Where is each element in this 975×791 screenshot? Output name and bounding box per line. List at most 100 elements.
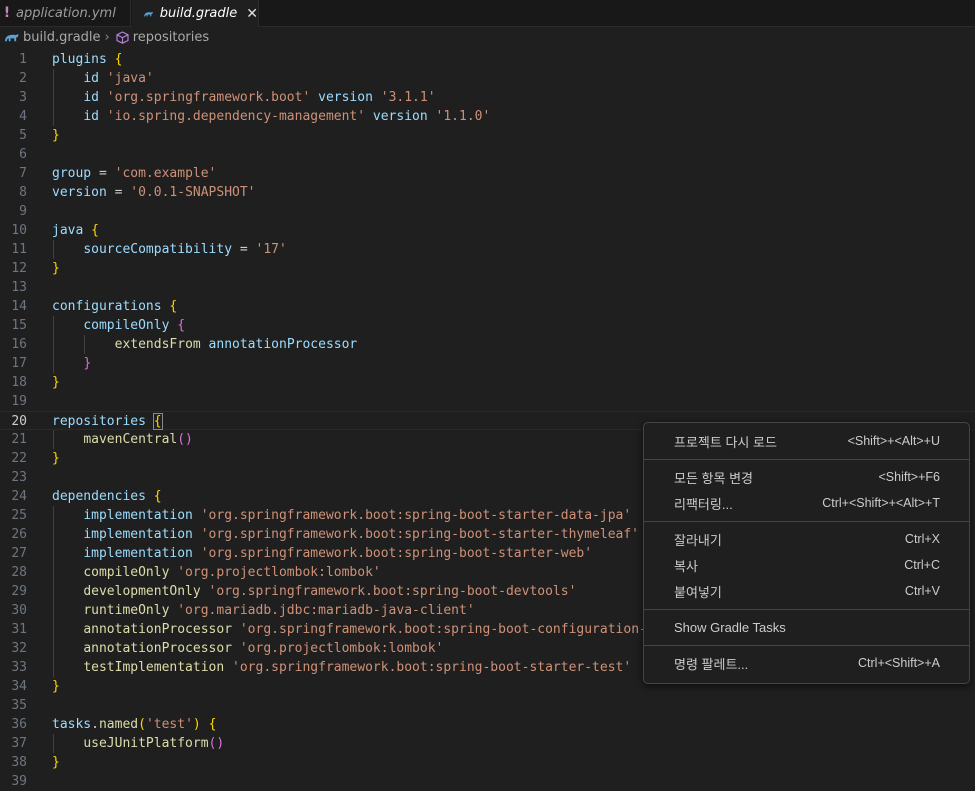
line-number: 36 — [11, 717, 27, 732]
code-line[interactable]: 14 configurations { — [0, 297, 975, 316]
code-line[interactable]: 8 version = '0.0.1-SNAPSHOT' — [0, 183, 975, 202]
code-line[interactable]: 15 compileOnly { — [0, 316, 975, 335]
code-line[interactable]: 10 java { — [0, 221, 975, 240]
code-token: java — [52, 223, 84, 238]
code-token: } — [52, 451, 60, 466]
code-token: compileOnly — [83, 318, 170, 333]
code-line[interactable]: 39 — [0, 772, 975, 791]
code-token: } — [83, 356, 92, 371]
code-line[interactable]: 37 useJUnitPlatform() — [0, 734, 975, 753]
breadcrumb-file[interactable]: build.gradle — [23, 30, 101, 45]
line-number: 20 — [11, 414, 27, 429]
code-text: } — [52, 259, 60, 278]
indent-guide — [53, 734, 54, 753]
line-number: 4 — [19, 109, 27, 124]
chevron-right-icon: › — [104, 29, 110, 45]
code-line[interactable]: 3 id 'org.springframework.boot' version … — [0, 88, 975, 107]
code-line[interactable]: 5} — [0, 126, 975, 145]
menu-item[interactable]: 프로젝트 다시 로드 <Shift>+<Alt>+U — [648, 429, 965, 453]
code-token: version — [52, 185, 107, 200]
indent-guide — [84, 335, 85, 354]
menu-item[interactable]: 붙여넣기 Ctrl+V — [648, 579, 965, 603]
close-icon[interactable]: ✕ — [246, 6, 258, 22]
menu-item-shortcut: <Shift>+F6 — [878, 470, 941, 484]
line-number: 11 — [11, 242, 27, 257]
code-text: id 'org.springframework.boot' version '3… — [52, 88, 436, 107]
code-text: } — [52, 354, 91, 373]
code-line[interactable]: 11 sourceCompatibility = '17' — [0, 240, 975, 259]
code-line[interactable]: 18} — [0, 373, 975, 392]
code-token: named — [98, 717, 139, 732]
breadcrumb-symbol[interactable]: repositories — [133, 30, 209, 45]
code-text: } — [52, 753, 60, 772]
line-number: 23 — [11, 470, 27, 485]
code-line[interactable]: 7 group = 'com.example' — [0, 164, 975, 183]
code-token: { — [91, 223, 99, 238]
menu-item[interactable]: 복사 Ctrl+C — [648, 553, 965, 577]
code-line[interactable]: 36 tasks.named('test') { — [0, 715, 975, 734]
line-number: 34 — [11, 679, 27, 694]
line-number: 5 — [19, 128, 27, 143]
line-number: 1 — [19, 52, 27, 67]
code-token: '0.0.1-SNAPSHOT' — [130, 185, 256, 200]
code-token: tasks — [52, 717, 92, 732]
code-token: plugins — [52, 52, 107, 67]
code-text: implementation 'org.springframework.boot… — [52, 544, 592, 563]
code-token: repositories — [52, 414, 146, 429]
code-line[interactable]: 38} — [0, 753, 975, 772]
code-token: runtimeOnly — [83, 603, 170, 618]
menu-item[interactable]: 잘라내기 Ctrl+X — [648, 527, 965, 551]
menu-item-label: 복사 — [674, 558, 698, 574]
line-number: 14 — [11, 299, 27, 314]
menu-item-label: 잘라내기 — [674, 532, 722, 548]
code-token: = — [91, 166, 115, 181]
code-line[interactable]: 6 — [0, 145, 975, 164]
line-number: 2 — [19, 71, 27, 86]
code-token: implementation — [83, 527, 193, 542]
code-token: 'org.projectlombok:lombok' — [177, 565, 381, 580]
code-token: } — [52, 755, 60, 770]
tab-bar: ! application.yml build.gradle ✕ — [0, 0, 975, 27]
code-line[interactable]: 19 — [0, 392, 975, 411]
menu-separator — [644, 521, 969, 522]
line-number: 8 — [19, 185, 27, 200]
indent-guide — [53, 69, 54, 126]
tab-application-yml[interactable]: ! application.yml — [0, 0, 131, 26]
code-line[interactable]: 16 extendsFrom annotationProcessor — [0, 335, 975, 354]
indent-guide — [53, 506, 54, 677]
menu-item[interactable]: Show Gradle Tasks — [648, 615, 965, 639]
code-line[interactable]: 4 id 'io.spring.dependency-management' v… — [0, 107, 975, 126]
line-number: 35 — [11, 698, 27, 713]
line-number: 6 — [19, 147, 27, 162]
code-token: id — [83, 109, 99, 124]
menu-item[interactable]: 리팩터링... Ctrl+<Shift>+<Alt>+T — [648, 491, 965, 515]
code-token: configurations — [52, 299, 162, 314]
indent-guide — [53, 316, 54, 373]
menu-separator — [644, 645, 969, 646]
menu-item[interactable]: 명령 팔레트... Ctrl+<Shift>+A — [648, 651, 965, 675]
menu-item[interactable]: 모든 항목 변경 <Shift>+F6 — [648, 465, 965, 489]
code-token: { — [177, 318, 186, 333]
tab-build-gradle[interactable]: build.gradle ✕ — [132, 0, 259, 27]
code-line[interactable]: 1 plugins { — [0, 50, 975, 69]
code-token: '3.1.1' — [380, 90, 436, 105]
line-number: 13 — [11, 280, 27, 295]
menu-item-shortcut: Ctrl+C — [904, 558, 940, 572]
line-number: 3 — [19, 90, 27, 105]
code-line[interactable]: 35 — [0, 696, 975, 715]
code-line[interactable]: 13 — [0, 278, 975, 297]
code-line[interactable]: 2 id 'java' — [0, 69, 975, 88]
tab-label: build.gradle — [159, 6, 238, 21]
code-text: tasks.named('test') { — [52, 715, 216, 734]
code-line[interactable]: 12} — [0, 259, 975, 278]
code-line[interactable]: 9 — [0, 202, 975, 221]
code-line[interactable]: 17 } — [0, 354, 975, 373]
